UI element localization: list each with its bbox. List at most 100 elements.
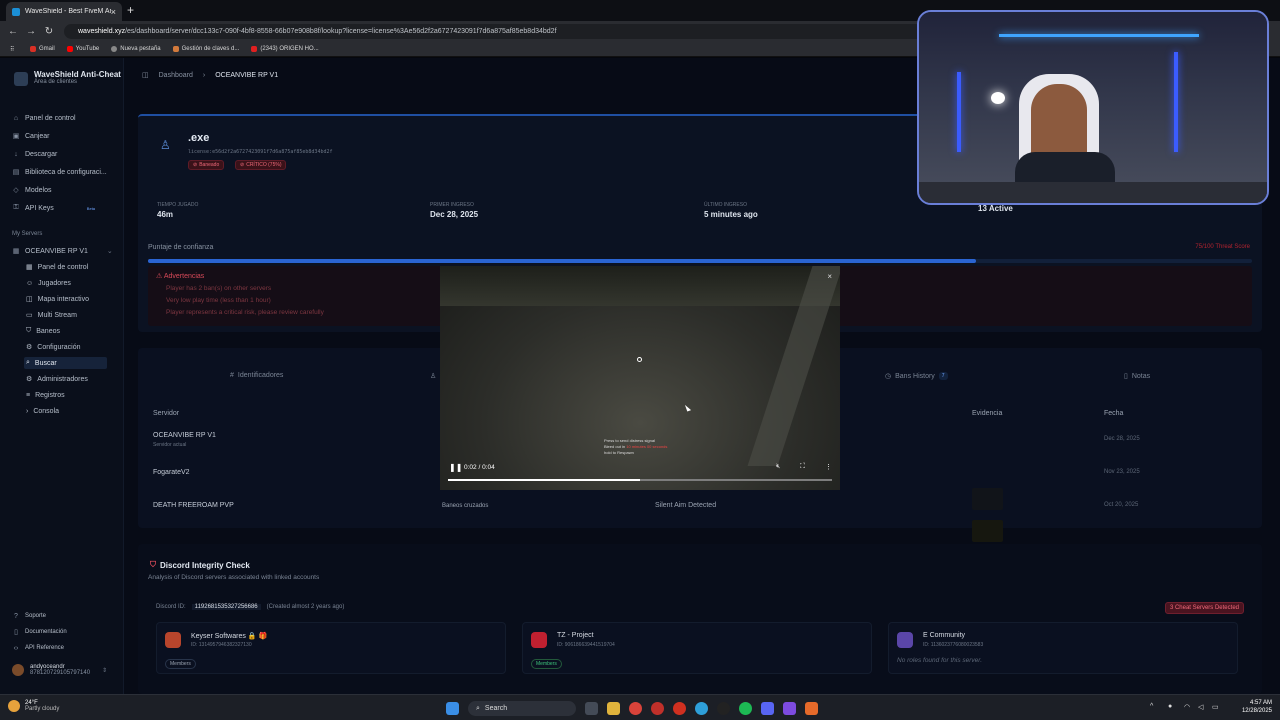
hint-text: Press — [604, 438, 615, 443]
volume-icon[interactable]: ◁ — [1198, 703, 1203, 711]
bookmark-gmail[interactable]: Gmail — [30, 46, 55, 52]
home-icon: ⌂ — [13, 114, 19, 122]
browser-tab[interactable]: WaveShield - Best FiveM Anti-C × — [6, 2, 122, 21]
clock[interactable]: 4:57 AM 12/28/2025 — [1242, 699, 1272, 715]
sidebar-item-docs[interactable]: ▯ Documentación — [12, 626, 67, 638]
fullscreen-icon[interactable]: ⛶ — [800, 463, 805, 471]
sub-item-label: Mapa interactivo — [37, 295, 89, 303]
obs-icon[interactable] — [717, 702, 730, 715]
reload-icon[interactable]: ↻ — [44, 26, 54, 37]
tab-accounts[interactable]: ♙ — [430, 372, 436, 380]
app-icon[interactable] — [805, 702, 818, 715]
sub-item-jugadores[interactable]: ☺ Jugadores — [24, 277, 107, 289]
discord-icon[interactable] — [761, 702, 774, 715]
more-options-icon[interactable]: ⋮ — [825, 463, 832, 471]
taskbar-search[interactable]: ⌕ Search — [468, 701, 576, 716]
bookmark-origen[interactable]: (2343) ORIGEN HO... — [251, 46, 319, 52]
sidebar-item-modelos[interactable]: ◇ Modelos — [12, 184, 51, 196]
sub-item-administradores[interactable]: ⚙ Administradores — [24, 373, 107, 385]
cheat-servers-badge: 3 Cheat Servers Detected — [1164, 602, 1244, 614]
chrome-icon[interactable] — [629, 702, 642, 715]
evidence-thumbnail[interactable] — [972, 520, 1003, 542]
avatar — [12, 664, 24, 676]
app-tray-icon[interactable]: ● — [1168, 703, 1172, 710]
sub-item-baneos[interactable]: ⛉ Baneos — [24, 325, 107, 337]
file-explorer-icon[interactable] — [607, 702, 620, 715]
video-progress-bar[interactable] — [448, 479, 832, 481]
sidebar-item-label: Modelos — [25, 186, 52, 194]
sidebar-item-panel[interactable]: ⌂ Panel de control — [12, 112, 76, 124]
sidebar: WaveShield Anti-Cheat Área de clientes ⌂… — [0, 58, 124, 694]
sidebar-item-biblioteca[interactable]: ▤ Biblioteca de configuraci... — [12, 166, 107, 178]
sidebar-item-api-reference[interactable]: ‹› API Reference — [12, 642, 64, 654]
breadcrumb-dashboard[interactable]: Dashboard — [159, 72, 193, 79]
expand-icon: ⇕ — [102, 667, 108, 674]
brand[interactable]: WaveShield Anti-Cheat Área de clientes — [14, 70, 121, 86]
new-tab-icon[interactable]: + — [127, 3, 134, 17]
task-view-icon[interactable] — [585, 702, 598, 715]
sidebar-item-canjear[interactable]: ▣ Canjear — [12, 130, 50, 142]
tab-bans-history[interactable]: ◷ Bans History 7 — [885, 372, 948, 380]
url-field[interactable]: waveshield.xyz/es/dashboard/server/dcc13… — [64, 24, 924, 39]
windows-start-icon[interactable] — [446, 702, 459, 715]
beta-badge: Beta — [86, 205, 96, 211]
gmail-icon — [30, 46, 36, 52]
apps-icon[interactable]: ⠿ — [10, 46, 18, 53]
stat-label: PRIMER INGRESO — [430, 202, 474, 208]
chrome-icon — [111, 46, 118, 52]
trust-bar-fill — [148, 259, 976, 263]
bookmark-keys[interactable]: Gestión de claves d... — [172, 46, 239, 52]
sub-item-consola[interactable]: › Consola — [24, 405, 107, 417]
search-icon: ⌕ — [476, 704, 480, 712]
stat-first-join: PRIMER INGRESO Dec 28, 2025 — [430, 202, 478, 219]
battery-icon[interactable]: ▭ — [1212, 703, 1219, 711]
youtube-icon — [251, 46, 258, 52]
back-icon[interactable]: ← — [8, 26, 18, 37]
hint-text: hold — [604, 450, 612, 455]
no-roles-text: No roles found for this server. — [897, 657, 983, 664]
discord-server-card: TZ - Project ID: 906186639441519704 Memb… — [522, 622, 872, 674]
sub-item-registros[interactable]: ≡ Registros — [24, 389, 107, 401]
sidebar-item-soporte[interactable]: ? Soporte — [12, 610, 46, 622]
wifi-icon[interactable]: ◠ — [1184, 703, 1190, 711]
edge-icon[interactable] — [695, 702, 708, 715]
desk — [919, 182, 1267, 203]
library-icon: ▤ — [12, 169, 20, 176]
table-row-server: DEATH FREEROAM PVP — [153, 502, 234, 509]
opera-gx-icon[interactable] — [673, 702, 686, 715]
evidence-thumbnail[interactable] — [972, 488, 1003, 510]
discord-title: ⛉ Discord Integrity Check — [150, 560, 250, 570]
col-date: Fecha — [1104, 410, 1124, 417]
close-tab-icon[interactable]: × — [111, 7, 116, 17]
history-icon: ◷ — [885, 373, 892, 380]
sub-item-multistream[interactable]: ▭ Multi Stream — [24, 309, 107, 321]
critical-badge: ⊘ CRÍTICO (75%) — [235, 160, 287, 170]
opera-icon[interactable] — [651, 702, 664, 715]
user-menu[interactable]: andyoceandr 878120729105797140 ⇕ — [12, 664, 107, 676]
tab-notes[interactable]: ▯ Notas — [1124, 372, 1150, 381]
sub-item-buscar[interactable]: ⌕ Buscar — [24, 357, 107, 369]
bookmark-new-tab[interactable]: Nueva pestaña — [111, 46, 161, 52]
warning-line: Player has 2 ban(s) on other servers — [166, 285, 272, 292]
key-icon: ⚿ — [13, 204, 19, 211]
warning-line: Very low play time (less than 1 hour) — [166, 297, 271, 304]
spotify-icon[interactable] — [739, 702, 752, 715]
sidebar-item-descargar[interactable]: ↓ Descargar — [12, 148, 57, 160]
forward-icon[interactable]: → — [26, 26, 36, 37]
sidebar-toggle-icon[interactable]: ◫ — [142, 71, 149, 79]
sub-item-configuracion[interactable]: ⚙ Configuración — [24, 341, 107, 353]
server-selector[interactable]: ▦ OCEANVIBE RP V1 ⌄ — [12, 245, 113, 257]
chevron-up-icon[interactable]: ^ — [1150, 703, 1153, 710]
evidence-video-player[interactable]: × Press to send distress signal Bleed ou… — [440, 266, 840, 490]
close-icon[interactable]: × — [827, 272, 832, 281]
sub-item-panel[interactable]: ▦ Panel de control — [24, 261, 107, 273]
mute-icon[interactable]: 🔇︎ — [776, 463, 780, 471]
sub-item-mapa[interactable]: ◫ Mapa interactivo — [24, 293, 107, 305]
twitch-icon[interactable] — [783, 702, 796, 715]
sidebar-item-api-keys[interactable]: ⚿ API Keys Beta — [12, 202, 95, 214]
weather-text: Partly cloudy — [25, 706, 60, 712]
bookmark-youtube[interactable]: YouTube — [66, 46, 99, 52]
weather-widget[interactable]: 24°F Partly cloudy — [8, 700, 59, 712]
tab-identifiers[interactable]: # Identificadores — [230, 372, 283, 379]
pause-icon[interactable]: ❚❚ — [449, 463, 462, 472]
